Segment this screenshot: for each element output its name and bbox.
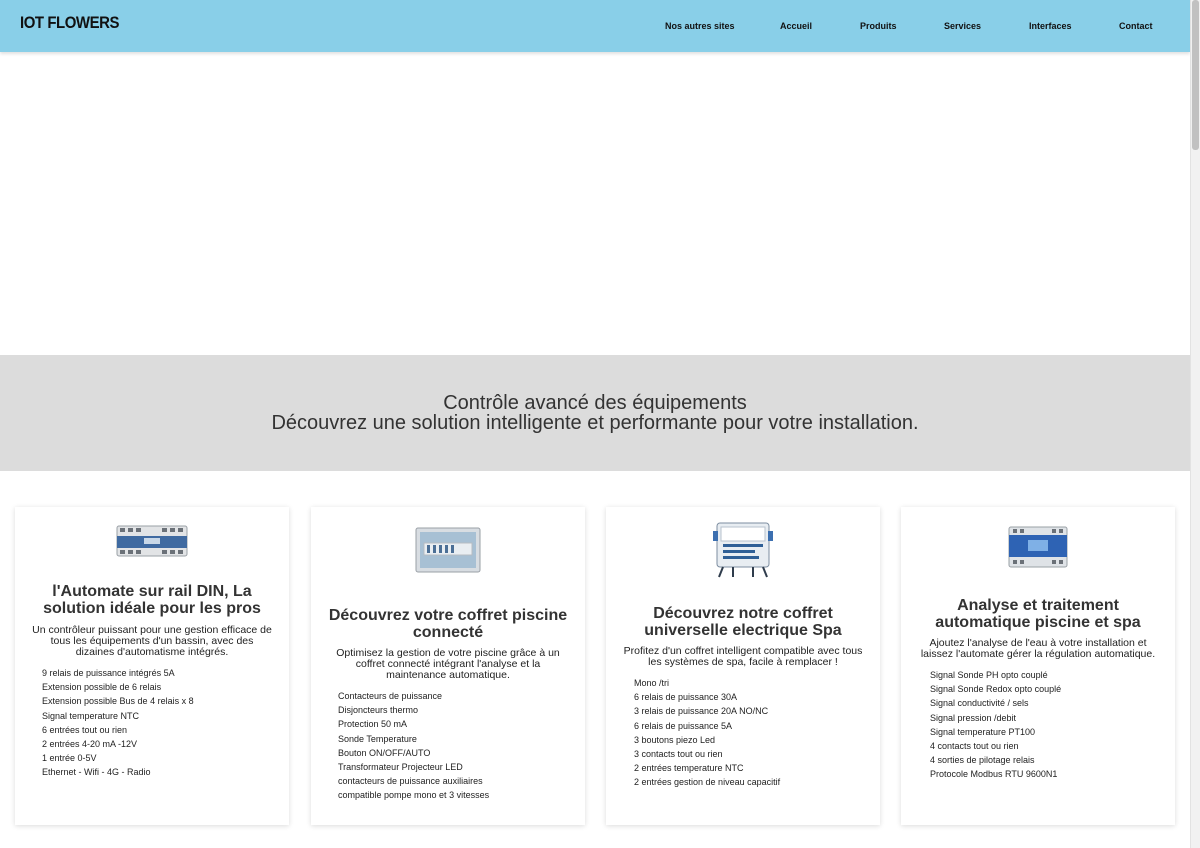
card-description: Profitez d'un coffret intelligent compat… [623,645,863,668]
list-item: 4 contacts tout ou rien [930,741,1019,752]
list-item: 4 sorties de pilotage relais [930,755,1035,766]
page: IOT FLOWERS Nos autres sites Accueil Pro… [0,0,1190,848]
list-item: 9 relais de puissance intégrés 5A [42,668,175,678]
card-feature-list: Mono /tri 6 relais de puissance 30A 3 re… [634,676,780,790]
product-card-coffret-piscine[interactable]: Découvrez votre coffret piscine connecté… [311,507,585,825]
list-item: contacteurs de puissance auxiliaires [338,776,483,787]
card-description: Optimisez la gestion de votre piscine gr… [336,647,560,681]
hero-banner: Contrôle avancé des équipements Découvre… [0,355,1190,471]
list-item: 6 entrées tout ou rien [42,724,128,735]
card-feature-list: 9 relais de puissance intégrés 5A Extens… [42,666,194,780]
card-title: l'Automate sur rail DIN, La solution idé… [43,583,261,617]
list-item: 2 entrées 4-20 mA -12V [42,739,138,750]
list-item: Bouton ON/OFF/AUTO [338,747,431,758]
list-item: 3 contacts tout ou rien [634,749,723,760]
list-item: 2 entrées gestion de niveau capacitif [634,777,781,788]
product-card-analyse-traitement[interactable]: Analyse et traitement automatique piscin… [901,507,1175,825]
list-item: Sonde Temperature [338,733,417,744]
list-item: Signal conductivité / sels [930,698,1029,709]
card-feature-list: Contacteurs de puissance Disjoncteurs th… [338,689,489,803]
page-scrollbar[interactable] [1190,0,1200,848]
list-item: Protocole Modbus RTU 9600N1 [930,769,1058,780]
site-header: IOT FLOWERS Nos autres sites Accueil Pro… [0,0,1190,52]
list-item: Mono /tri [634,678,670,688]
list-item: Disjoncteurs thermo [338,705,419,716]
list-item: Ethernet - Wifi - 4G - Radio [42,767,151,778]
list-item: Signal temperature PT100 [930,726,1036,737]
banner-subheading: Découvrez une solution intelligente et p… [271,412,919,434]
water-analysis-module-image [1008,526,1068,568]
nav-contact[interactable]: Contact [1119,21,1153,31]
list-item: 6 relais de puissance 5A [634,720,733,731]
list-item: 3 relais de puissance 20A NO/NC [634,706,769,717]
scrollbar-thumb[interactable] [1192,0,1199,150]
list-item: Extension possible de 6 relais [42,682,162,693]
product-card-coffret-spa[interactable]: Découvrez notre coffret universelle elec… [606,507,880,825]
card-title: Découvrez notre coffret universelle elec… [644,605,842,639]
banner-heading: Contrôle avancé des équipements [443,392,747,414]
spa-control-board-image [713,522,773,578]
product-card-din-automate[interactable]: l'Automate sur rail DIN, La solution idé… [15,507,289,825]
list-item: Signal pression /debit [930,712,1017,723]
card-description: Ajoutez l'analyse de l'eau à votre insta… [920,637,1156,660]
nav-services[interactable]: Services [944,21,981,31]
din-rail-controller-image [116,525,188,557]
list-item: Contacteurs de puissance [338,691,443,701]
card-feature-list: Signal Sonde PH opto couplé Signal Sonde… [930,668,1061,782]
list-item: 3 boutons piezo Led [634,734,716,745]
list-item: Protection 50 mA [338,719,408,730]
list-item: Signal Sonde Redox opto couplé [930,684,1062,695]
list-item: compatible pompe mono et 3 vitesses [338,790,490,801]
nav-nos-autres-sites[interactable]: Nos autres sites [665,21,735,31]
nav-accueil[interactable]: Accueil [780,21,812,31]
card-title: Analyse et traitement automatique piscin… [935,597,1141,631]
pool-electrical-box-image [415,527,481,573]
list-item: Extension possible Bus de 4 relais x 8 [42,696,194,707]
list-item: Signal Sonde PH opto couplé [930,670,1048,680]
list-item: 6 relais de puissance 30A [634,692,738,703]
list-item: Transformateur Projecteur LED [338,762,463,773]
nav-produits[interactable]: Produits [860,21,897,31]
card-title: Découvrez votre coffret piscine connecté [328,607,568,641]
nav-interfaces[interactable]: Interfaces [1029,21,1072,31]
list-item: Signal temperature NTC [42,710,140,721]
site-logo[interactable]: IOT FLOWERS [20,13,119,33]
list-item: 1 entrée 0-5V [42,753,97,764]
list-item: 2 entrées temperature NTC [634,763,744,774]
card-description: Un contrôleur puissant pour une gestion … [32,624,272,658]
